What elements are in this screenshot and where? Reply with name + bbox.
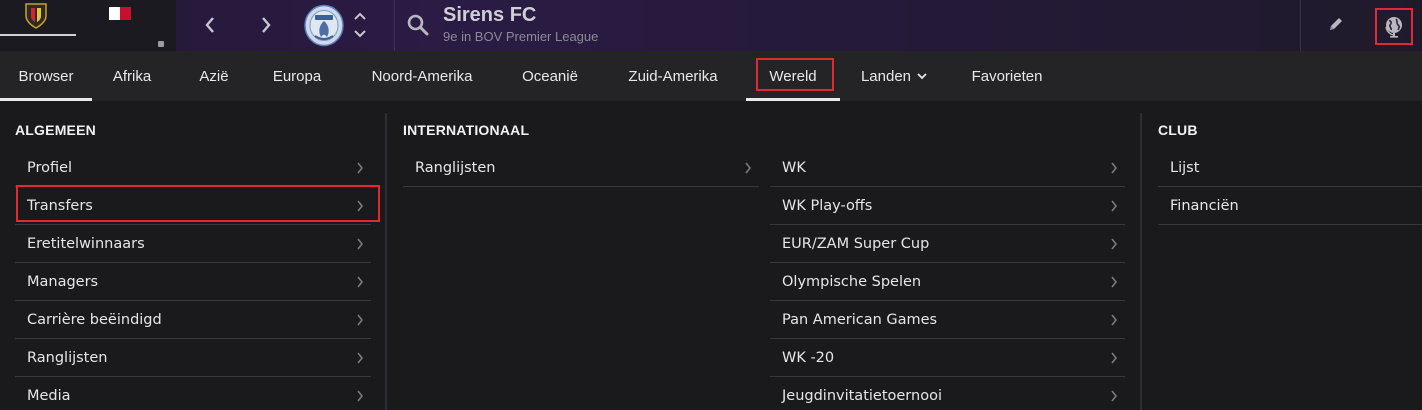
tab-label: Favorieten	[971, 67, 1043, 85]
chevron-right-icon	[357, 162, 364, 174]
browser-content: ALGEMEEN Profiel Transfers Eretitelwinna…	[0, 101, 1422, 410]
menu-item-label: EUR/ZAM Super Cup	[782, 236, 930, 252]
globe-icon	[1385, 16, 1402, 38]
menu-item-wk-play-offs[interactable]: WK Play-offs	[770, 187, 1125, 225]
menu-item-label: Olympische Spelen	[782, 274, 922, 290]
pencil-icon[interactable]	[1326, 14, 1346, 34]
tab-label: Browser	[18, 67, 74, 85]
tab-label: Wereld	[769, 67, 817, 85]
section-title-internationaal: INTERNATIONAAL	[403, 122, 530, 138]
menu-item-eur-zam-super-cup[interactable]: EUR/ZAM Super Cup	[770, 225, 1125, 263]
chevron-right-icon	[1111, 390, 1118, 402]
chevron-right-icon	[357, 390, 364, 402]
menu-item-managers[interactable]: Managers	[15, 263, 371, 301]
progress-line	[0, 34, 76, 36]
club-league-position: 9e in BOV Premier League	[443, 29, 599, 44]
back-button[interactable]	[198, 12, 222, 38]
tab-favorieten[interactable]: Favorieten	[954, 51, 1060, 101]
chevron-right-icon	[1111, 276, 1118, 288]
menu-item-label: Managers	[27, 274, 99, 290]
tab-afrika[interactable]: Afrika	[98, 51, 166, 101]
menu-item-label: Pan American Games	[782, 312, 938, 328]
section-title-algemeen: ALGEMEEN	[15, 122, 96, 138]
chevron-right-icon	[357, 238, 364, 250]
menu-item-eretitelwinnaars[interactable]: Eretitelwinnaars	[15, 225, 371, 263]
menu-item-label: Jeugdinvitatietoernooi	[782, 388, 942, 404]
menu-item-media[interactable]: Media	[15, 377, 371, 410]
column-divider	[385, 113, 387, 410]
menu-item-lijst[interactable]: Lijst	[1158, 149, 1422, 187]
menu-item-label: Eretitelwinnaars	[27, 236, 145, 252]
menu-item-label: Transfers	[27, 198, 93, 214]
club-switch-updown-icon[interactable]	[352, 9, 368, 41]
menu-item-label: WK	[782, 160, 806, 176]
tab-europa[interactable]: Europa	[258, 51, 336, 101]
chevron-right-icon	[357, 276, 364, 288]
tab-label: Noord-Amerika	[371, 67, 473, 85]
tab-browser[interactable]: Browser	[0, 51, 92, 101]
chevron-down-icon	[917, 72, 927, 79]
menu-item-ranglijsten[interactable]: Ranglijsten	[15, 339, 371, 377]
malta-flag-icon	[109, 7, 131, 20]
section-title-club: CLUB	[1158, 122, 1198, 138]
menu-item-ranglijsten-internationaal[interactable]: Ranglijsten	[403, 149, 759, 187]
tab-wereld[interactable]: Wereld	[746, 51, 840, 101]
menu-item-label: WK Play-offs	[782, 198, 873, 214]
tab-oceanie[interactable]: Oceanië	[506, 51, 594, 101]
chevron-right-icon	[1111, 200, 1118, 212]
chevron-right-icon	[357, 200, 364, 212]
menu-item-label: Media	[27, 388, 71, 404]
menu-item-olympische-spelen[interactable]: Olympische Spelen	[770, 263, 1125, 301]
menu-item-transfers[interactable]: Transfers	[15, 187, 371, 225]
continent-tab-bar: Browser Afrika Azië Europa Noord-Amerika…	[0, 51, 1422, 101]
menu-item-label: Carrière beëindigd	[27, 312, 162, 328]
tab-label: Europa	[272, 67, 322, 85]
search-icon[interactable]	[406, 13, 430, 37]
tab-noord-amerika[interactable]: Noord-Amerika	[352, 51, 492, 101]
menu-item-wk-20[interactable]: WK -20	[770, 339, 1125, 377]
chevron-right-icon	[357, 352, 364, 364]
status-dot	[158, 41, 164, 47]
header-divider	[394, 0, 395, 51]
menu-item-wk[interactable]: WK	[770, 149, 1125, 187]
tab-label: Azië	[199, 67, 229, 85]
chevron-right-icon	[1111, 352, 1118, 364]
tab-landen-dropdown[interactable]: Landen	[848, 51, 940, 101]
club-name[interactable]: Sirens FC	[443, 4, 536, 27]
menu-item-label: Ranglijsten	[415, 160, 496, 176]
world-button[interactable]	[1375, 8, 1413, 45]
chevron-right-icon	[357, 314, 364, 326]
menu-item-financien[interactable]: Financiën	[1158, 187, 1422, 225]
previous-match-panel[interactable]	[0, 0, 176, 51]
menu-item-label: Ranglijsten	[27, 350, 108, 366]
menu-item-label: Financiën	[1170, 198, 1239, 214]
menu-item-profiel[interactable]: Profiel	[15, 149, 371, 187]
tab-zuid-amerika[interactable]: Zuid-Amerika	[610, 51, 736, 101]
menu-item-label: WK -20	[782, 350, 835, 366]
chevron-right-icon	[1111, 314, 1118, 326]
club-crest-icon	[25, 3, 47, 29]
menu-item-label: Lijst	[1170, 160, 1200, 176]
tab-label: Afrika	[112, 67, 152, 85]
column-divider	[1140, 113, 1142, 410]
chevron-right-icon	[1111, 238, 1118, 250]
tab-label: Zuid-Amerika	[628, 67, 718, 85]
chevron-right-icon	[745, 162, 752, 174]
top-header: Sirens FC 9e in BOV Premier League	[0, 0, 1422, 51]
menu-item-label: Profiel	[27, 160, 73, 176]
sirens-fc-badge-icon[interactable]	[303, 4, 345, 47]
menu-item-carriere-beeindigd[interactable]: Carrière beëindigd	[15, 301, 371, 339]
chevron-left-icon	[205, 17, 214, 33]
menu-item-pan-american-games[interactable]: Pan American Games	[770, 301, 1125, 339]
tab-label: Oceanië	[522, 67, 578, 85]
chevron-right-icon	[262, 17, 271, 33]
chevron-right-icon	[1111, 162, 1118, 174]
tab-label: Landen	[860, 67, 912, 85]
menu-item-jeugdinvitatietoernooi[interactable]: Jeugdinvitatietoernooi	[770, 377, 1125, 410]
header-divider-right	[1300, 0, 1301, 51]
tab-azie[interactable]: Azië	[185, 51, 243, 101]
forward-button[interactable]	[254, 12, 278, 38]
